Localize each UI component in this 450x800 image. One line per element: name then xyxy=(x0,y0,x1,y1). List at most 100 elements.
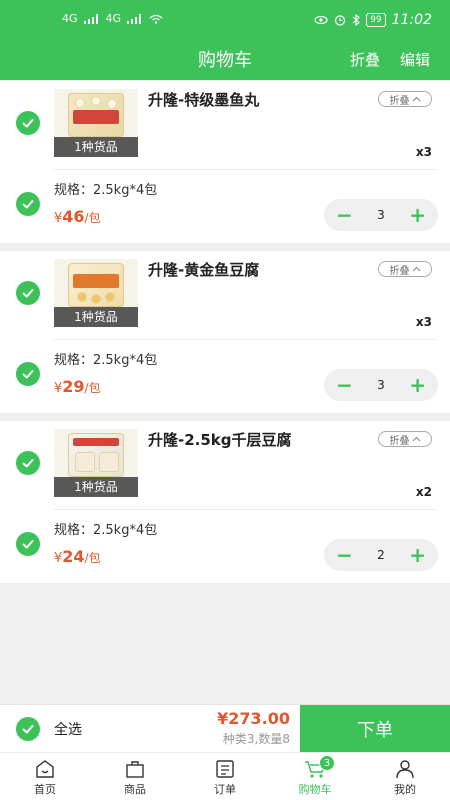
spec-text: 规格：2.5kg*4包 xyxy=(54,353,158,368)
increment-button[interactable]: + xyxy=(409,375,426,395)
bottom-tab-bar: 首页 商品 订单 3 购物车 我的 xyxy=(0,752,450,800)
price-amount: 29 xyxy=(62,377,85,396)
quantity-value[interactable]: 2 xyxy=(377,548,385,562)
item-quantity-label: x3 xyxy=(415,315,432,329)
eye-icon xyxy=(314,15,328,25)
cart-count-badge: 3 xyxy=(319,755,335,771)
product-name[interactable]: 升隆-黄金鱼豆腐 xyxy=(148,259,259,280)
signal-icon-2 xyxy=(127,13,142,24)
clock: 11:02 xyxy=(391,12,432,28)
total-summary: 种类3,数量8 xyxy=(222,732,290,746)
variant-count-caption: 1种货品 xyxy=(54,137,138,157)
signal-indicators: 4G 4G xyxy=(62,12,163,25)
item-checkbox[interactable] xyxy=(16,532,40,556)
order-icon xyxy=(216,760,234,778)
decrement-button[interactable]: − xyxy=(336,375,353,395)
check-icon xyxy=(22,119,34,128)
quantity-value[interactable]: 3 xyxy=(377,378,385,392)
quantity-value[interactable]: 3 xyxy=(377,208,385,222)
increment-button[interactable]: + xyxy=(409,545,426,565)
decrement-button[interactable]: − xyxy=(336,205,353,225)
fold-all-button[interactable]: 折叠 xyxy=(350,49,380,70)
item-checkbox[interactable] xyxy=(16,192,40,216)
decrement-button[interactable]: − xyxy=(336,545,353,565)
title-bar: 购物车 折叠 编辑 xyxy=(0,40,450,80)
fold-label: 折叠 xyxy=(389,265,410,277)
variant-count-caption: 1种货品 xyxy=(54,477,138,497)
product-package-graphic xyxy=(68,93,124,137)
product-name[interactable]: 升隆-2.5kg千层豆腐 xyxy=(148,429,292,450)
product-package-graphic xyxy=(68,433,124,477)
chevron-up-icon xyxy=(412,436,420,442)
tab-home[interactable]: 首页 xyxy=(0,753,90,800)
checkout-bar: 全选 ¥273.00 种类3,数量8 下单 xyxy=(0,704,450,753)
item-checkbox[interactable] xyxy=(16,362,40,386)
item-quantity-label: x3 xyxy=(415,145,432,159)
check-icon xyxy=(22,200,34,209)
app-header: 4G 4G 99 11:02 购物车 折叠 编辑 xyxy=(0,0,450,80)
tab-label: 订单 xyxy=(214,783,236,796)
increment-button[interactable]: + xyxy=(409,205,426,225)
item-quantity-label: x2 xyxy=(415,485,432,499)
user-icon xyxy=(396,760,414,779)
status-bar: 4G 4G 99 11:02 xyxy=(0,0,450,40)
product-image[interactable]: 1种货品 xyxy=(54,259,138,327)
edit-button[interactable]: 编辑 xyxy=(400,49,430,70)
place-order-button[interactable]: 下单 xyxy=(300,705,450,753)
variant-count-caption: 1种货品 xyxy=(54,307,138,327)
product-package-graphic xyxy=(68,263,124,307)
product-name[interactable]: 升隆-特级墨鱼丸 xyxy=(148,89,259,110)
cart-item-card: 1种货品 升隆-黄金鱼豆腐 折叠 x3 规格：2.5kg*4包 ¥29/包 − … xyxy=(0,251,450,413)
tab-cart[interactable]: 3 购物车 xyxy=(270,753,360,800)
tab-products[interactable]: 商品 xyxy=(90,753,180,800)
total-amount: ¥273.00 xyxy=(217,709,290,728)
fold-label: 折叠 xyxy=(389,435,410,447)
bluetooth-icon xyxy=(352,14,361,26)
unit-price: ¥46/包 xyxy=(54,207,101,226)
check-icon xyxy=(22,370,34,379)
quantity-stepper: − 2 + xyxy=(324,539,438,571)
tab-label: 首页 xyxy=(34,783,56,796)
spec-text: 规格：2.5kg*4包 xyxy=(54,523,158,538)
fold-label: 折叠 xyxy=(389,95,410,107)
fold-toggle[interactable]: 折叠 xyxy=(378,91,432,107)
spec-text: 规格：2.5kg*4包 xyxy=(54,183,158,198)
fold-toggle[interactable]: 折叠 xyxy=(378,431,432,447)
network-indicator-1: 4G xyxy=(62,12,78,25)
home-icon xyxy=(36,760,54,778)
select-all-label[interactable]: 全选 xyxy=(54,719,82,739)
tab-label: 我的 xyxy=(394,783,416,796)
item-group-checkbox[interactable] xyxy=(16,111,40,135)
price-amount: 46 xyxy=(62,207,85,226)
system-indicators: 99 11:02 xyxy=(314,12,432,28)
product-image[interactable]: 1种货品 xyxy=(54,429,138,497)
network-indicator-2: 4G xyxy=(105,12,122,25)
battery-indicator: 99 xyxy=(366,13,386,27)
divider xyxy=(54,339,438,340)
bag-icon xyxy=(126,761,144,778)
check-icon xyxy=(22,289,34,298)
quantity-stepper: − 3 + xyxy=(324,369,438,401)
page-title: 购物车 xyxy=(198,50,252,71)
product-image[interactable]: 1种货品 xyxy=(54,89,138,157)
wifi-icon xyxy=(149,14,163,24)
price-unit: /包 xyxy=(84,381,101,395)
tab-label: 商品 xyxy=(124,783,146,796)
select-all-checkbox[interactable] xyxy=(16,717,40,741)
tab-label: 购物车 xyxy=(298,783,332,796)
signal-icon xyxy=(83,13,98,24)
tab-orders[interactable]: 订单 xyxy=(180,753,270,800)
quantity-stepper: − 3 + xyxy=(324,199,438,231)
price-amount: 24 xyxy=(62,547,85,566)
item-group-checkbox[interactable] xyxy=(16,281,40,305)
alarm-icon xyxy=(335,15,346,26)
fold-toggle[interactable]: 折叠 xyxy=(378,261,432,277)
divider xyxy=(54,169,438,170)
item-group-checkbox[interactable] xyxy=(16,451,40,475)
check-icon xyxy=(22,540,34,549)
cart-item-card: 1种货品 升隆-2.5kg千层豆腐 折叠 x2 规格：2.5kg*4包 ¥24/… xyxy=(0,421,450,583)
tab-profile[interactable]: 我的 xyxy=(360,753,450,800)
divider xyxy=(54,509,438,510)
order-total: ¥273.00 种类3,数量8 xyxy=(217,709,290,747)
check-icon xyxy=(22,725,34,734)
